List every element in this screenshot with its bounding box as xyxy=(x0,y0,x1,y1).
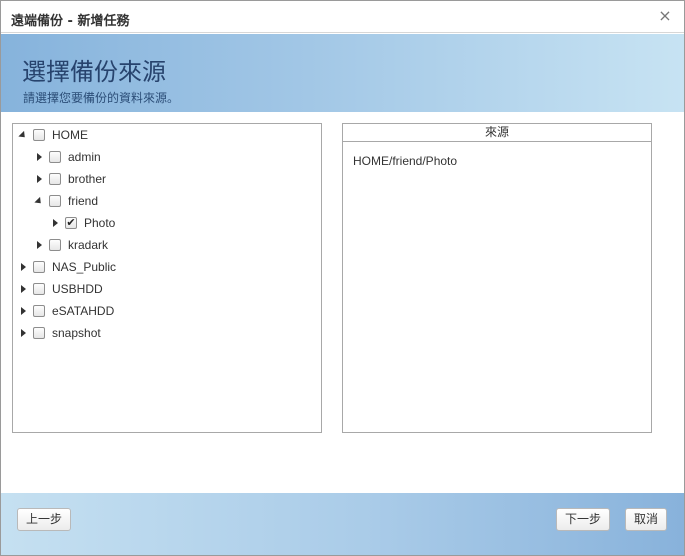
tree-node-kradark[interactable]: kradark xyxy=(33,235,108,255)
dialog-titlebar: 遠端備份 - 新增任務 × xyxy=(1,1,684,33)
step-title: 選擇備份來源 xyxy=(22,58,166,86)
collapsed-arrow-icon[interactable] xyxy=(17,327,29,339)
step-subtitle: 請選擇您要備份的資料來源。 xyxy=(23,91,180,105)
folder-tree: HOME admin brother friend ✔ Photo kradar… xyxy=(12,123,322,433)
next-step-button[interactable]: 下一步 xyxy=(556,508,610,531)
tree-node-snapshot[interactable]: snapshot xyxy=(17,323,101,343)
tree-checkbox[interactable] xyxy=(33,327,45,339)
tree-node-esatahdd[interactable]: eSATAHDD xyxy=(17,301,114,321)
tree-checkbox[interactable] xyxy=(49,173,61,185)
tree-checkbox[interactable] xyxy=(33,283,45,295)
tree-node-label[interactable]: friend xyxy=(68,194,98,208)
dialog-footer: 上一步 下一步 取消 xyxy=(1,493,684,555)
tree-node-label[interactable]: eSATAHDD xyxy=(52,304,114,318)
tree-node-label[interactable]: USBHDD xyxy=(52,282,103,296)
tree-checkbox[interactable] xyxy=(49,195,61,207)
tree-checkbox[interactable] xyxy=(49,151,61,163)
tree-node-label[interactable]: Photo xyxy=(84,216,115,230)
dialog-title: 遠端備份 - 新增任務 xyxy=(11,14,130,29)
collapsed-arrow-icon[interactable] xyxy=(49,217,61,229)
tree-node-brother[interactable]: brother xyxy=(33,169,106,189)
cancel-button[interactable]: 取消 xyxy=(625,508,667,531)
expanded-arrow-icon[interactable] xyxy=(17,129,29,141)
tree-node-label[interactable]: admin xyxy=(68,150,101,164)
tree-node-friend[interactable]: friend xyxy=(33,191,98,211)
source-list-item[interactable]: HOME/friend/Photo xyxy=(353,154,457,168)
expanded-arrow-icon[interactable] xyxy=(33,195,45,207)
tree-node-usbhdd[interactable]: USBHDD xyxy=(17,279,103,299)
collapsed-arrow-icon[interactable] xyxy=(17,261,29,273)
tree-node-photo[interactable]: ✔ Photo xyxy=(49,213,115,233)
collapsed-arrow-icon[interactable] xyxy=(17,283,29,295)
close-icon[interactable]: × xyxy=(656,7,674,25)
collapsed-arrow-icon[interactable] xyxy=(33,151,45,163)
backup-task-dialog: 遠端備份 - 新增任務 × 選擇備份來源 請選擇您要備份的資料來源。 HOME … xyxy=(0,0,685,556)
tree-node-admin[interactable]: admin xyxy=(33,147,101,167)
tree-checkbox[interactable] xyxy=(33,305,45,317)
tree-node-home[interactable]: HOME xyxy=(17,125,88,145)
step-header: 選擇備份來源 請選擇您要備份的資料來源。 xyxy=(1,34,684,112)
tree-checkbox[interactable] xyxy=(33,129,45,141)
tree-node-label[interactable]: snapshot xyxy=(52,326,101,340)
tree-node-label[interactable]: NAS_Public xyxy=(52,260,116,274)
collapsed-arrow-icon[interactable] xyxy=(33,239,45,251)
previous-step-button[interactable]: 上一步 xyxy=(17,508,71,531)
source-column-header: 來源 xyxy=(343,124,651,142)
collapsed-arrow-icon[interactable] xyxy=(17,305,29,317)
source-list: 來源 HOME/friend/Photo xyxy=(342,123,652,433)
tree-checkbox-checked[interactable]: ✔ xyxy=(65,217,77,229)
tree-node-label[interactable]: HOME xyxy=(52,128,88,142)
tree-node-nas-public[interactable]: NAS_Public xyxy=(17,257,116,277)
tree-node-label[interactable]: brother xyxy=(68,172,106,186)
collapsed-arrow-icon[interactable] xyxy=(33,173,45,185)
tree-node-label[interactable]: kradark xyxy=(68,238,108,252)
tree-checkbox[interactable] xyxy=(33,261,45,273)
tree-checkbox[interactable] xyxy=(49,239,61,251)
